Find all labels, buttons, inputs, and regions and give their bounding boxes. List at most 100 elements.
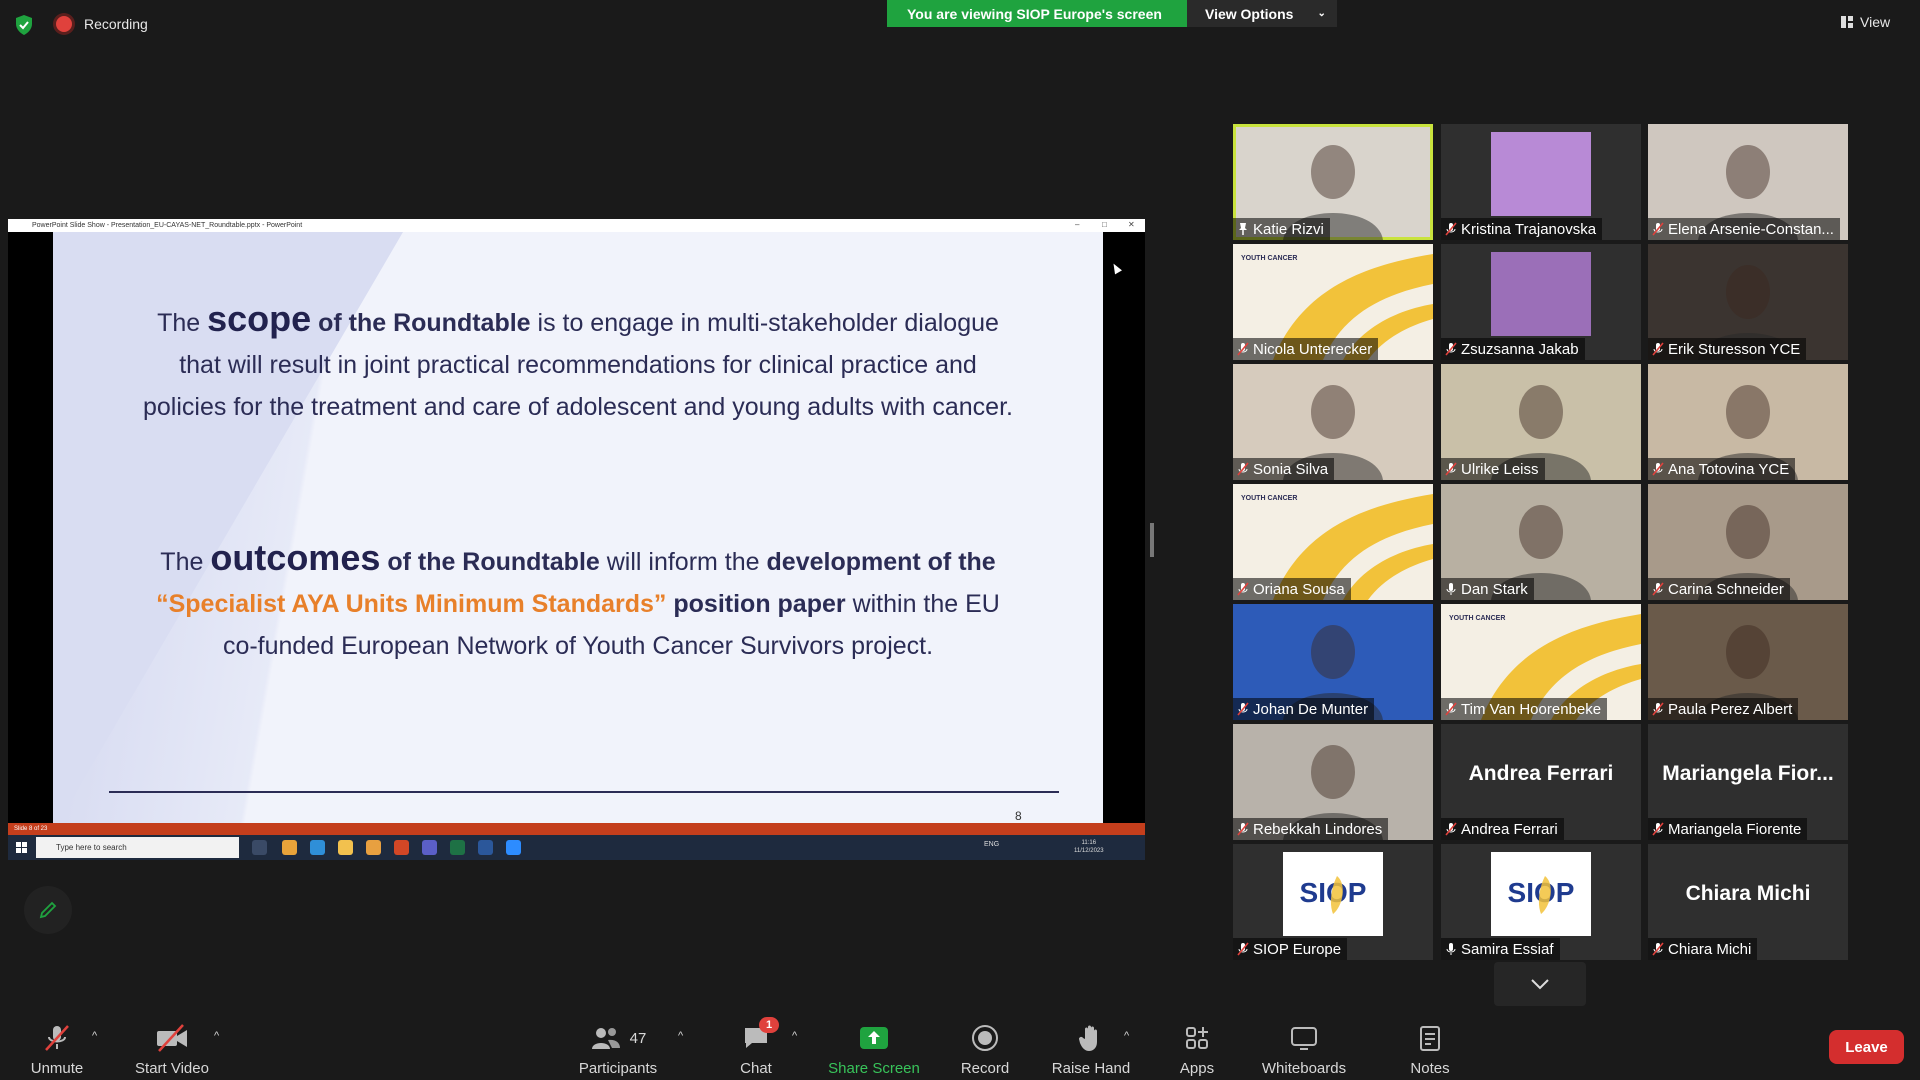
participants-options-caret[interactable]: ^ <box>678 1030 683 1042</box>
powerpoint-icon[interactable] <box>394 840 409 855</box>
teams-icon[interactable] <box>422 840 437 855</box>
participant-name-label: Rebekkah Lindores <box>1233 818 1389 840</box>
windows-start-icon[interactable] <box>16 842 27 853</box>
participant-name-label: Johan De Munter <box>1233 698 1375 720</box>
recording-label: Recording <box>84 16 148 32</box>
presentation-slide: The scope of the Roundtable is to engage… <box>53 232 1103 832</box>
word-icon[interactable] <box>478 840 493 855</box>
windows-taskbar: Type here to search ENG 11:16 11/12/2023 <box>8 835 1145 860</box>
file-explorer-icon[interactable] <box>338 840 353 855</box>
participant-tile[interactable]: Ulrike Leiss <box>1441 364 1641 480</box>
participant-tile[interactable]: Kristina Trajanovska <box>1441 124 1641 240</box>
shared-screen[interactable]: PowerPoint Slide Show - Presentation_EU-… <box>8 219 1145 860</box>
reactions-options-caret[interactable]: ^ <box>1124 1030 1129 1042</box>
participant-tile[interactable]: Mariangela Fior... Mariangela Fiorente <box>1648 724 1848 840</box>
unmute-button[interactable]: Unmute <box>22 1022 92 1077</box>
participant-tile[interactable]: Ana Totovina YCE <box>1648 364 1848 480</box>
system-clock[interactable]: 11:16 11/12/2023 <box>1074 839 1104 855</box>
close-icon[interactable]: ✕ <box>1128 220 1135 229</box>
participant-name: Oriana Sousa <box>1253 580 1345 598</box>
participant-name: Chiara Michi <box>1668 940 1752 958</box>
chrome-icon[interactable] <box>366 840 381 855</box>
participant-tile[interactable]: Zsuzsanna Jakab <box>1441 244 1641 360</box>
participant-tile[interactable]: Rebekkah Lindores <box>1233 724 1433 840</box>
participants-button[interactable]: 47 Participants <box>572 1022 664 1077</box>
participant-tile[interactable]: Dan Stark <box>1441 484 1641 600</box>
participant-tile[interactable]: YOUTH CANCER Nicola Unterecker <box>1233 244 1433 360</box>
participant-name-label: Samira Essiaf <box>1441 938 1560 960</box>
recording-indicator-icon[interactable] <box>56 16 72 32</box>
participant-name: Zsuzsanna Jakab <box>1461 340 1579 358</box>
participant-name-label: Sonia Silva <box>1233 458 1335 480</box>
microphone-icon <box>1446 583 1456 595</box>
collapse-gallery-button[interactable] <box>1494 962 1586 1006</box>
chat-options-caret[interactable]: ^ <box>792 1030 797 1042</box>
outlook-icon[interactable] <box>282 840 297 855</box>
zoom-icon[interactable] <box>506 840 521 855</box>
share-screen-button[interactable]: Share Screen <box>826 1022 922 1077</box>
meeting-toolbar: Unmute ^ Start Video ^ 47 Participants ^… <box>0 1012 1920 1080</box>
shield-icon[interactable] <box>14 14 34 36</box>
participant-tile[interactable]: Andrea Ferrari Andrea Ferrari <box>1441 724 1641 840</box>
resize-handle[interactable] <box>1150 523 1154 557</box>
participant-name: Paula Perez Albert <box>1668 700 1793 718</box>
task-view-icon[interactable] <box>252 840 267 855</box>
participant-tile[interactable]: YOUTH CANCER Tim Van Hoorenbeke <box>1441 604 1641 720</box>
microphone-muted-icon <box>1445 702 1457 716</box>
apps-button[interactable]: Apps <box>1172 1022 1222 1077</box>
start-video-button[interactable]: Start Video <box>132 1022 212 1077</box>
raise-hand-icon <box>1079 1025 1097 1051</box>
participant-tile[interactable]: SIOP SIOP Europe <box>1233 844 1433 960</box>
chat-label: Chat <box>740 1060 772 1077</box>
participant-name: Andrea Ferrari <box>1461 820 1558 838</box>
microphone-muted-icon <box>1237 582 1249 596</box>
participant-tile[interactable]: Carina Schneider <box>1648 484 1848 600</box>
notes-icon <box>1420 1026 1440 1051</box>
view-options-label: View Options <box>1205 5 1294 22</box>
restore-icon[interactable]: □ <box>1102 220 1107 229</box>
participant-tile[interactable]: Elena Arsenie-Constan... <box>1648 124 1848 240</box>
participant-tile[interactable]: YOUTH CANCER Oriana Sousa <box>1233 484 1433 600</box>
participant-name-label: Paula Perez Albert <box>1648 698 1799 720</box>
participant-tile[interactable]: Johan De Munter <box>1233 604 1433 720</box>
view-button[interactable]: View <box>1840 14 1890 30</box>
taskbar-search-input[interactable]: Type here to search <box>36 837 239 858</box>
participant-tile[interactable]: SIOP Samira Essiaf <box>1441 844 1641 960</box>
microphone-muted-icon <box>1652 942 1664 956</box>
video-options-caret[interactable]: ^ <box>214 1030 219 1042</box>
participant-tile[interactable]: Katie Rizvi <box>1233 124 1433 240</box>
excel-icon[interactable] <box>450 840 465 855</box>
unmute-label: Unmute <box>30 1060 84 1077</box>
siop-logo-icon: SIOP <box>1300 876 1366 914</box>
whiteboards-button[interactable]: Whiteboards <box>1252 1022 1356 1077</box>
microphone-muted-icon <box>1652 222 1664 236</box>
svg-text:YOUTH CANCER: YOUTH CANCER <box>1241 255 1297 262</box>
minimize-icon[interactable]: – <box>1075 220 1079 229</box>
slide-paragraph-outcomes: The outcomes of the Roundtable will info… <box>156 537 1000 660</box>
participant-photo <box>1491 252 1591 336</box>
participant-name: Rebekkah Lindores <box>1253 820 1383 838</box>
video-off-icon <box>157 1024 187 1052</box>
participant-name: Sonia Silva <box>1253 460 1329 478</box>
participant-name-label: Chiara Michi <box>1648 938 1758 960</box>
participant-name-label: SIOP Europe <box>1233 938 1348 960</box>
system-tray-language[interactable]: ENG <box>984 841 999 848</box>
participant-tile[interactable]: Chiara Michi Chiara Michi <box>1648 844 1848 960</box>
view-options-button[interactable]: View Options ⌄ <box>1187 0 1337 27</box>
participant-name-label: Dan Stark <box>1441 578 1534 600</box>
raise-hand-button[interactable]: Raise Hand <box>1048 1022 1134 1077</box>
participant-tile[interactable]: Paula Perez Albert <box>1648 604 1848 720</box>
audio-options-caret[interactable]: ^ <box>92 1030 97 1042</box>
participant-tile[interactable]: Sonia Silva <box>1233 364 1433 480</box>
grid-view-icon <box>1841 16 1853 28</box>
edge-icon[interactable] <box>310 840 325 855</box>
participant-name-label: Andrea Ferrari <box>1441 818 1564 840</box>
participant-tile[interactable]: Erik Sturesson YCE <box>1648 244 1848 360</box>
microphone-muted-icon <box>1445 222 1457 236</box>
record-button[interactable]: Record <box>952 1022 1018 1077</box>
participant-name-label: Ulrike Leiss <box>1441 458 1545 480</box>
svg-text:YOUTH CANCER: YOUTH CANCER <box>1449 615 1505 622</box>
leave-button[interactable]: Leave <box>1829 1030 1904 1064</box>
notes-button[interactable]: Notes <box>1404 1022 1456 1077</box>
annotate-button[interactable] <box>24 886 72 934</box>
